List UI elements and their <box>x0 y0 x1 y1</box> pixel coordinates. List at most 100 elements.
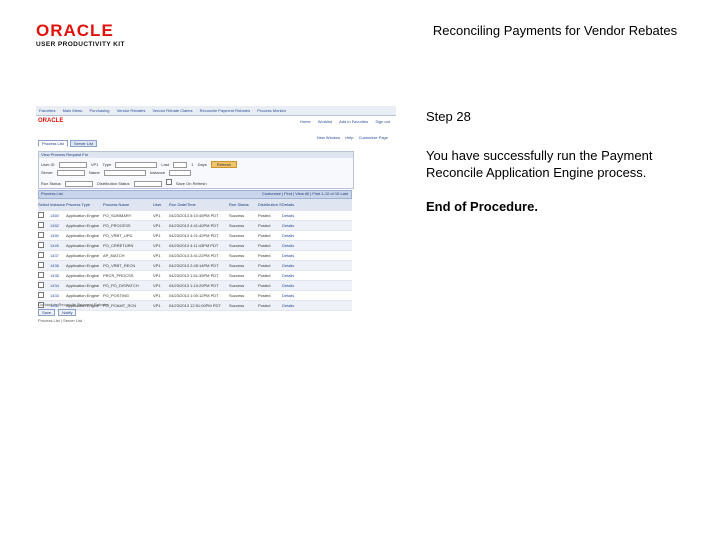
cell-run-status: Success <box>229 213 245 218</box>
customize-page-link[interactable]: Customize Page <box>359 135 388 140</box>
row-select-checkbox[interactable] <box>38 222 44 228</box>
cell-details-link[interactable]: Details <box>282 293 302 298</box>
notify-button[interactable]: Notify <box>58 309 77 316</box>
grid-navigation[interactable]: Customize | Find | View All | First 1-10… <box>262 191 348 196</box>
last-field[interactable] <box>173 161 188 168</box>
user-id-field[interactable] <box>58 161 87 168</box>
return-link[interactable]: Go back to Reconcile Payment Rebates <box>38 302 358 307</box>
table-row: 1435 Application Engine PRCR_PROCSS VP1 04/2… <box>38 271 352 281</box>
cell-process-name: PO_POSTING <box>103 293 130 298</box>
last-label: Last <box>161 162 169 167</box>
breadcrumb-item[interactable]: Process Monitor <box>257 108 286 113</box>
row-select-checkbox[interactable] <box>38 232 44 238</box>
row-select-cell <box>38 272 50 279</box>
cell-instance[interactable]: 1435 <box>50 273 66 278</box>
page-tabs: Process List Server List <box>38 140 98 147</box>
row-select-checkbox[interactable] <box>38 212 44 218</box>
col-user[interactable]: User <box>153 202 169 207</box>
col-process-type[interactable]: Process Type <box>66 202 103 207</box>
add-to-favorites-link[interactable]: Add to Favorites <box>339 119 368 124</box>
col-run-status[interactable]: Run Status <box>229 202 258 207</box>
cell-process-type: Application Engine <box>66 233 100 238</box>
row-select-cell <box>38 242 50 249</box>
cell-instance[interactable]: 1450 <box>50 233 66 238</box>
filter-row-2: Server Name Instance <box>41 170 194 176</box>
col-instance[interactable]: Instance <box>50 202 66 207</box>
cell-run-date-time: 04/23/2013 4:11:43PM PDT <box>169 243 219 248</box>
cell-process-name: PO_CRRETURN <box>103 243 134 248</box>
worklist-link[interactable]: Worklist <box>318 119 332 124</box>
cell-process-type: Application Engine <box>66 223 100 228</box>
server-dropdown[interactable] <box>56 170 85 176</box>
row-select-checkbox[interactable] <box>38 262 44 268</box>
cell-instance[interactable]: 1434 <box>50 283 66 288</box>
cell-details-link[interactable]: Details <box>282 273 302 278</box>
instance-field[interactable] <box>169 170 192 176</box>
col-process-name[interactable]: Process Name <box>103 202 153 207</box>
cell-user: VP1 <box>153 283 161 288</box>
row-select-checkbox[interactable] <box>38 242 44 248</box>
page-links: New Window Help Customize Page <box>313 135 388 140</box>
name-field[interactable] <box>103 170 146 176</box>
app-header: ORACLE Home Worklist Add to Favorites Si… <box>36 116 396 124</box>
type-dropdown[interactable] <box>115 161 158 168</box>
refresh-button[interactable]: Refresh <box>210 161 237 168</box>
breadcrumb-item[interactable]: Favorites <box>39 108 55 113</box>
request-panel-title: View Process Request For <box>39 152 353 158</box>
cell-details-link[interactable]: Details <box>282 253 302 258</box>
row-select-checkbox[interactable] <box>38 292 44 298</box>
cell-run-status: Success <box>229 283 245 288</box>
cell-details-link[interactable]: Details <box>282 233 302 238</box>
save-button[interactable]: Save <box>38 309 56 316</box>
help-link[interactable]: Help <box>345 135 353 140</box>
grid-rows: 1460 Application Engine PO_SUMMARY VP1 04/23… <box>38 211 352 311</box>
col-run-date-time[interactable]: Run Date/Time <box>169 202 229 207</box>
row-select-checkbox[interactable] <box>38 272 44 278</box>
new-window-link[interactable]: New Window <box>317 135 340 140</box>
cell-instance[interactable]: 1452 <box>50 223 66 228</box>
cell-run-status: Success <box>229 223 245 228</box>
cell-process-type: Application Engine <box>66 253 100 258</box>
cell-details-link[interactable]: Details <box>282 263 302 268</box>
save-on-refresh-checkbox[interactable] <box>165 179 172 185</box>
breadcrumb-item[interactable]: Purchasing <box>90 108 110 113</box>
cell-distribution-status: Posted <box>258 243 271 248</box>
row-select-cell <box>38 222 50 229</box>
run-status-dropdown[interactable] <box>64 180 93 187</box>
breadcrumb-item[interactable]: Main Menu <box>63 108 83 113</box>
last-unit-dropdown[interactable]: Days <box>198 162 207 167</box>
tab-process-list[interactable]: Process List <box>38 140 68 147</box>
distribution-status-dropdown[interactable] <box>133 180 162 187</box>
screenshot-footer: Go back to Reconcile Payment Rebates Sav… <box>38 302 358 325</box>
cell-user: VP1 <box>153 233 161 238</box>
home-link[interactable]: Home <box>300 119 311 124</box>
cell-distribution-status: Posted <box>258 293 271 298</box>
cell-process-type: Application Engine <box>66 243 100 248</box>
cell-details-link[interactable]: Details <box>282 243 302 248</box>
breadcrumb-item[interactable]: Reconcile Payment Rebates <box>200 108 250 113</box>
breadcrumb-item[interactable]: Vendor Rebates <box>117 108 146 113</box>
row-select-checkbox[interactable] <box>38 252 44 258</box>
process-list-header: Process List Customize | Find | View All… <box>38 190 352 199</box>
cell-details-link[interactable]: Details <box>282 283 302 288</box>
col-distribution-status[interactable]: Distribution Status <box>258 202 282 207</box>
cell-instance[interactable]: 1433 <box>50 293 66 298</box>
cell-instance[interactable]: 1449 <box>50 243 66 248</box>
cell-distribution-status: Posted <box>258 263 271 268</box>
cell-user: VP1 <box>153 253 161 258</box>
row-select-checkbox[interactable] <box>38 282 44 288</box>
cell-instance[interactable]: 1460 <box>50 213 66 218</box>
sign-out-link[interactable]: Sign out <box>375 119 390 124</box>
cell-process-name: PO_VRBT_UPD <box>103 233 133 238</box>
cell-run-date-time: 04/23/2013 5:10:45PM PDT <box>169 213 219 218</box>
breadcrumb-item[interactable]: Vendor Rebate Claims <box>152 108 192 113</box>
bottom-links[interactable]: Process List | Server List <box>38 318 358 323</box>
tab-server-list[interactable]: Server List <box>69 140 98 147</box>
cell-details-link[interactable]: Details <box>282 213 302 218</box>
step-title: Step 28 <box>426 109 471 124</box>
cell-instance[interactable]: 1437 <box>50 253 66 258</box>
cell-details-link[interactable]: Details <box>282 223 302 228</box>
cell-instance[interactable]: 1436 <box>50 263 66 268</box>
step-instructions: Step 28 You have successfully run the Pa… <box>426 108 706 215</box>
cell-run-status: Success <box>229 253 245 258</box>
